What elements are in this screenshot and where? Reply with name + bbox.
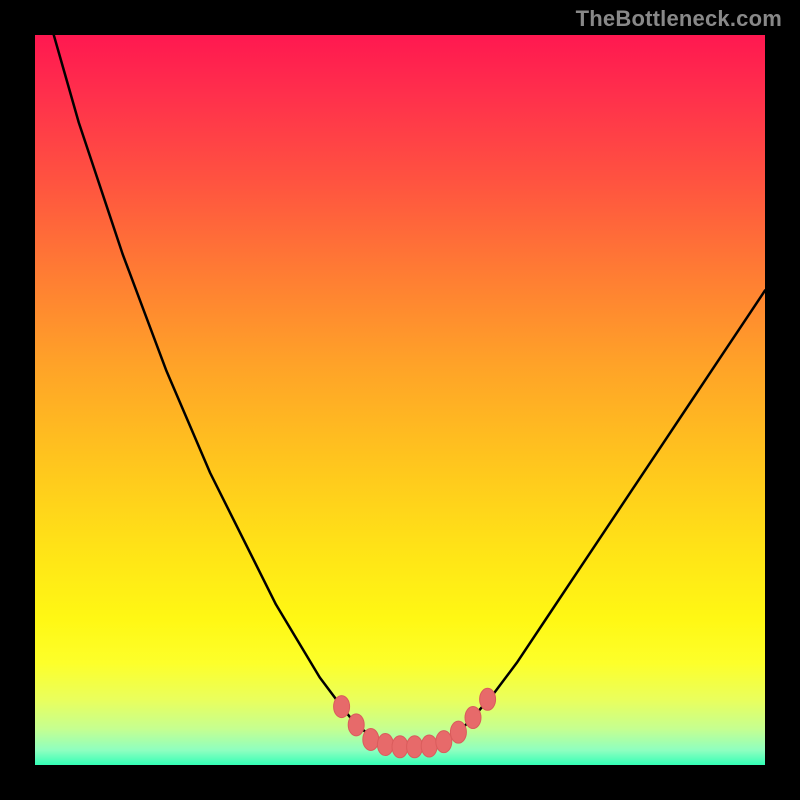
curve-marker [392,736,408,758]
curve-marker [407,736,423,758]
plot-area [35,35,765,765]
curve-marker [348,714,364,736]
curve-marker [436,731,452,753]
curve-marker [465,707,481,729]
curve-marker [450,721,466,743]
curve-marker [377,734,393,756]
curve-marker [480,688,496,710]
watermark-text: TheBottleneck.com [576,6,782,32]
chart-frame: TheBottleneck.com [0,0,800,800]
curve-marker [421,735,437,757]
curve-marker [363,728,379,750]
curve-markers [35,35,765,765]
curve-marker [334,696,350,718]
